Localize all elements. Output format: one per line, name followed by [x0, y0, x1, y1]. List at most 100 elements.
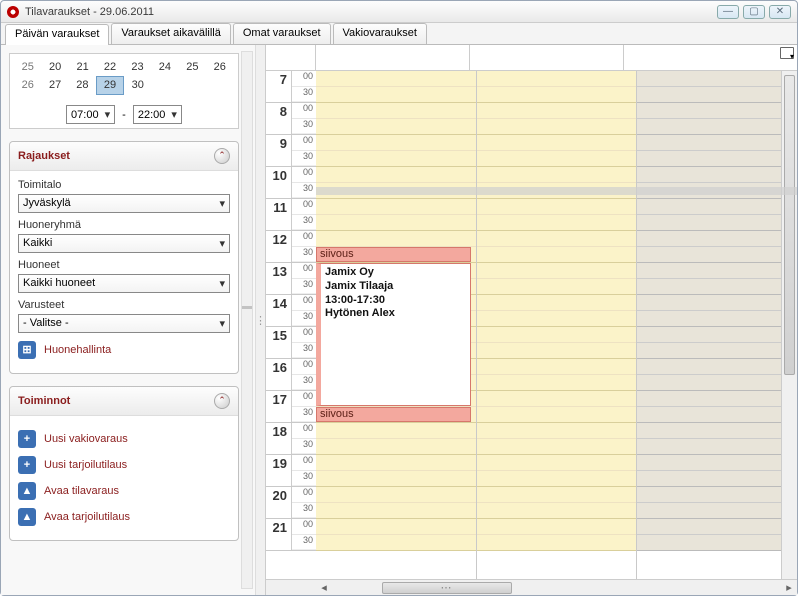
- cal-day[interactable]: 21: [69, 58, 96, 76]
- cal-day-selected[interactable]: 29: [96, 76, 123, 94]
- collapse-icon[interactable]: ⌃: [214, 148, 230, 164]
- time-slot[interactable]: [477, 151, 637, 167]
- time-slot[interactable]: [637, 471, 797, 487]
- time-slot[interactable]: [637, 279, 797, 295]
- time-slot[interactable]: [637, 423, 797, 439]
- cal-day[interactable]: 26: [206, 58, 233, 76]
- time-slot[interactable]: [477, 407, 637, 423]
- tab-daily[interactable]: Päivän varaukset: [5, 24, 109, 45]
- tab-own[interactable]: Omat varaukset: [233, 23, 331, 44]
- tab-recurring[interactable]: Vakiovaraukset: [333, 23, 427, 44]
- time-slot[interactable]: [637, 263, 797, 279]
- time-slot[interactable]: [637, 103, 797, 119]
- cal-day[interactable]: 24: [151, 58, 178, 76]
- close-button[interactable]: ✕: [769, 5, 791, 19]
- time-slot[interactable]: [637, 135, 797, 151]
- time-slot[interactable]: [477, 439, 637, 455]
- splitter[interactable]: [256, 45, 266, 595]
- scroll-right-icon[interactable]: ▸: [781, 581, 797, 594]
- event-cleaning[interactable]: siivous: [316, 407, 471, 422]
- time-slot[interactable]: [637, 535, 797, 551]
- column-options-icon[interactable]: [780, 47, 794, 59]
- time-slot[interactable]: [477, 311, 637, 327]
- maximize-button[interactable]: ▢: [743, 5, 765, 19]
- event-booking[interactable]: Jamix Oy Jamix Tilaaja 13:00-17:30 Hytön…: [316, 263, 471, 406]
- time-from-select[interactable]: 07:00▾: [66, 105, 115, 124]
- time-slot[interactable]: [477, 103, 637, 119]
- time-slot[interactable]: [637, 439, 797, 455]
- room-column-header[interactable]: [316, 45, 470, 70]
- time-slot[interactable]: [637, 407, 797, 423]
- time-slot[interactable]: [477, 247, 637, 263]
- time-slot[interactable]: [477, 119, 637, 135]
- select-varusteet[interactable]: - Valitse -▾: [18, 314, 230, 333]
- time-slot[interactable]: [637, 71, 797, 87]
- time-slot[interactable]: [477, 391, 637, 407]
- action-new-recurring[interactable]: +Uusi vakiovaraus: [18, 430, 230, 448]
- time-slot[interactable]: [637, 215, 797, 231]
- time-slot[interactable]: [477, 167, 637, 183]
- time-slot[interactable]: [637, 519, 797, 535]
- time-slot[interactable]: [477, 327, 637, 343]
- time-slot[interactable]: [477, 343, 637, 359]
- mini-calendar[interactable]: 25 20 21 22 23 24 25 26 26 27 28 29: [9, 53, 239, 129]
- time-slot[interactable]: [637, 327, 797, 343]
- time-slot[interactable]: [637, 311, 797, 327]
- time-slot[interactable]: [637, 247, 797, 263]
- time-slot[interactable]: [477, 375, 637, 391]
- scroll-left-icon[interactable]: ◂: [316, 581, 332, 594]
- cal-day[interactable]: 28: [69, 76, 96, 94]
- time-to-select[interactable]: 22:00▾: [133, 105, 182, 124]
- time-slot[interactable]: [477, 423, 637, 439]
- time-slot[interactable]: [477, 487, 637, 503]
- room-column-header[interactable]: [470, 45, 624, 70]
- time-slot[interactable]: [477, 535, 637, 551]
- room-column-header[interactable]: [624, 45, 777, 70]
- time-slot[interactable]: [477, 87, 637, 103]
- time-slot[interactable]: [637, 359, 797, 375]
- time-slot[interactable]: [477, 199, 637, 215]
- time-slot[interactable]: [637, 487, 797, 503]
- cal-day[interactable]: 27: [41, 76, 68, 94]
- select-huoneet[interactable]: Kaikki huoneet▾: [18, 274, 230, 293]
- time-slot[interactable]: [477, 231, 637, 247]
- vertical-scrollbar[interactable]: [781, 71, 797, 579]
- time-slot[interactable]: [637, 343, 797, 359]
- time-slot[interactable]: [637, 151, 797, 167]
- action-open-booking[interactable]: ▲Avaa tilavaraus: [18, 482, 230, 500]
- action-new-catering[interactable]: +Uusi tarjoilutilaus: [18, 456, 230, 474]
- time-slot[interactable]: [637, 167, 797, 183]
- minimize-button[interactable]: —: [717, 5, 739, 19]
- time-slot[interactable]: [477, 215, 637, 231]
- cal-day[interactable]: [151, 76, 178, 94]
- cal-day[interactable]: 23: [124, 58, 151, 76]
- time-slot[interactable]: [637, 231, 797, 247]
- time-slot[interactable]: [637, 455, 797, 471]
- room-column[interactable]: [637, 71, 797, 579]
- event-cleaning[interactable]: siivous: [316, 247, 471, 262]
- time-slot[interactable]: [637, 119, 797, 135]
- time-slot[interactable]: [637, 295, 797, 311]
- collapse-icon[interactable]: ⌃: [214, 393, 230, 409]
- link-huonehallinta[interactable]: ⊞ Huonehallinta: [18, 341, 230, 359]
- time-slot[interactable]: [637, 87, 797, 103]
- scroll-thumb[interactable]: [382, 582, 512, 594]
- time-slot[interactable]: [477, 279, 637, 295]
- action-open-catering[interactable]: ▲Avaa tarjoilutilaus: [18, 508, 230, 526]
- select-toimitalo[interactable]: Jyväskylä▾: [18, 194, 230, 213]
- room-column[interactable]: [477, 71, 638, 579]
- time-slot[interactable]: [637, 391, 797, 407]
- time-slot[interactable]: [477, 71, 637, 87]
- cal-day[interactable]: 25: [179, 58, 206, 76]
- time-slot[interactable]: [477, 295, 637, 311]
- time-slot[interactable]: [477, 359, 637, 375]
- cal-day[interactable]: 30: [124, 76, 151, 94]
- sidebar-scrollbar[interactable]: [241, 51, 253, 589]
- time-slot[interactable]: [637, 503, 797, 519]
- cal-day[interactable]: 20: [41, 58, 68, 76]
- tab-range[interactable]: Varaukset aikavälillä: [111, 23, 230, 44]
- cal-day[interactable]: 22: [96, 58, 123, 76]
- time-slot[interactable]: [477, 135, 637, 151]
- time-slot[interactable]: [477, 519, 637, 535]
- horizontal-scrollbar[interactable]: ◂ ▸: [266, 579, 797, 595]
